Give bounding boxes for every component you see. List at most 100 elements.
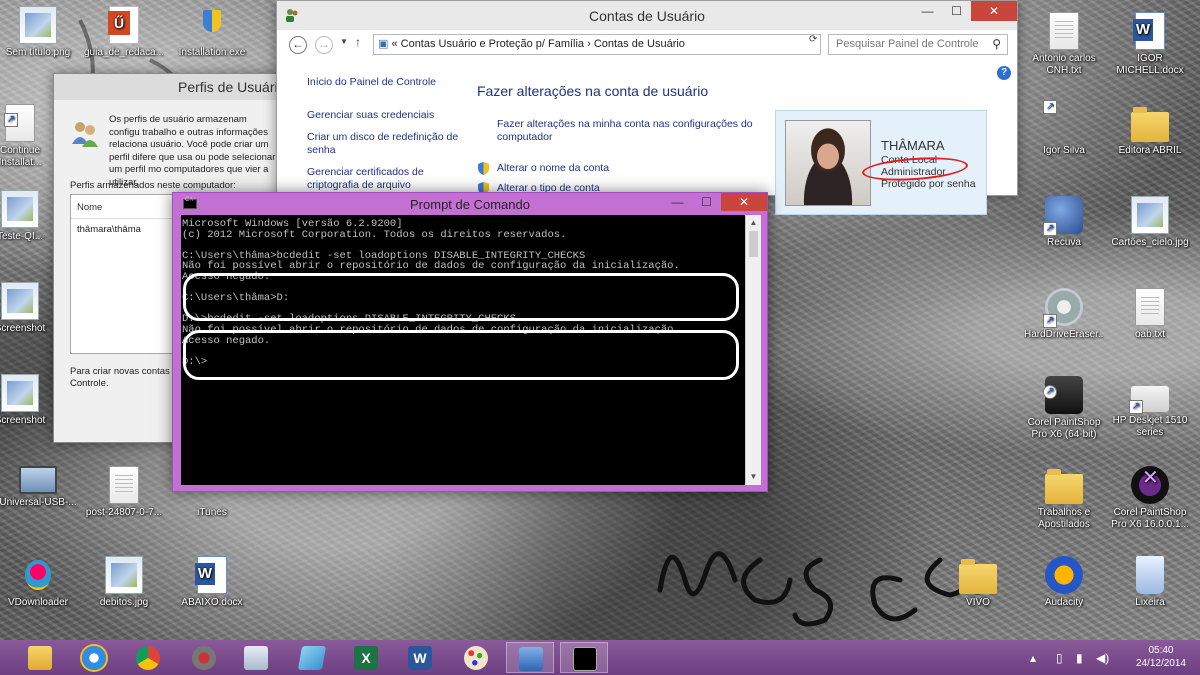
desktop-icon-file[interactable]: post-24807-0-7... <box>84 466 164 519</box>
taskbar-internet-explorer[interactable] <box>70 642 118 673</box>
desktop-icon-file[interactable]: Sem título.png <box>0 6 78 59</box>
desktop-icon-file[interactable]: Teste-QI... <box>0 190 52 243</box>
image-file-icon <box>1 282 39 320</box>
desktop-icon-folder[interactable]: Editora ABRIL <box>1110 104 1190 157</box>
desktop-icon-file[interactable]: Corel PaintShop Pro X6 (64-bit) <box>1024 376 1104 441</box>
desktop-icon-folder[interactable]: Igor Silva <box>1024 100 1104 157</box>
desktop-icon-file[interactable]: Installation.exe <box>172 6 252 59</box>
internet-explorer-icon <box>82 646 106 670</box>
taskbar-control-panel[interactable] <box>506 642 554 673</box>
desktop-icon-file[interactable]: Universal-USB-... <box>0 466 78 509</box>
network-signal-icon[interactable]: ▮ <box>1076 651 1083 665</box>
console-line: (c) 2012 Microsoft Corporation. Todos os… <box>182 228 567 241</box>
link-reset-disk[interactable]: Criar um disco de redefinição de senha <box>307 131 467 157</box>
taskbar-paint[interactable] <box>452 642 500 673</box>
desktop-icon-file[interactable]: Recuva <box>1024 196 1104 249</box>
show-hidden-icons-chevron-icon[interactable]: ▴ <box>1030 651 1036 665</box>
desktop-icon-file[interactable]: IGOR MICHELL.docx <box>1110 12 1190 77</box>
console-output[interactable]: Microsoft Windows [versão 6.2.9200] (c) … <box>181 215 761 485</box>
desktop-icon-file[interactable]: ABAIXO.docx <box>172 556 252 609</box>
users-icon <box>72 122 98 147</box>
accounts-title: Contas de Usuário <box>589 8 705 24</box>
file-icon <box>109 466 139 504</box>
profiles-titlebar[interactable]: Perfis de Usuário <box>54 74 286 100</box>
shield-icon <box>478 162 489 175</box>
desktop-icon-file[interactable]: guia_de_redaca... <box>84 6 164 59</box>
scrollbar-thumb[interactable] <box>749 231 758 257</box>
desktop-icon-file[interactable]: debitos.jpg <box>84 556 164 609</box>
desktop-icon-file[interactable]: Antonio carlos CNH.txt <box>1024 12 1104 77</box>
notes-icon <box>297 646 327 670</box>
cmd-titlebar[interactable]: Prompt de Comando — ☐ ✕ <box>173 193 767 215</box>
taskbar-notes[interactable] <box>288 642 336 673</box>
volume-icon[interactable]: ◀) <box>1096 651 1109 665</box>
disk-icon <box>1043 288 1083 328</box>
folder-icon <box>28 646 52 670</box>
link-change-account-name[interactable]: Alterar o nome da conta <box>497 162 757 175</box>
maximize-button[interactable]: ☐ <box>692 193 721 211</box>
scroll-up-arrow-icon[interactable]: ▲ <box>746 215 761 231</box>
link-control-panel-home[interactable]: Início do Painel de Controle <box>307 76 467 89</box>
scroll-down-arrow-icon[interactable]: ▼ <box>746 469 761 485</box>
vertical-scrollbar[interactable]: ▲ ▼ <box>745 215 761 485</box>
profiles-title: Perfis de Usuário <box>178 79 286 95</box>
forward-button[interactable]: → <box>315 36 333 54</box>
text-file-icon <box>1049 12 1079 50</box>
page-title: Fazer alterações na conta de usuário <box>477 83 709 99</box>
taskbar-calculator[interactable] <box>232 642 280 673</box>
help-icon[interactable]: ? <box>997 66 1011 80</box>
taskbar-chrome[interactable] <box>124 642 172 673</box>
maximize-button[interactable]: ☐ <box>942 1 971 21</box>
address-bar[interactable]: ▣ « Contas Usuário e Proteção p/ Família… <box>373 34 821 55</box>
desktop-icon-file[interactable]: HardDriveEraser... <box>1024 288 1104 341</box>
white-annotation-outline <box>183 330 739 380</box>
desktop-icon-file[interactable]: Corel PaintShop Pro X6 16.0.0.1... <box>1110 466 1190 531</box>
audacity-icon <box>1045 556 1083 594</box>
desktop-icon-file[interactable]: Audacity <box>1024 556 1104 609</box>
desktop-icon-file[interactable]: Screenshot <box>0 374 52 427</box>
camera-icon <box>1043 376 1083 414</box>
shortcut-icon <box>4 104 35 142</box>
minimize-button[interactable]: — <box>913 1 942 21</box>
link-pc-settings[interactable]: Fazer alterações na minha conta nas conf… <box>497 118 757 144</box>
search-input[interactable]: Pesquisar Painel de Controle ⚲ <box>828 34 1008 55</box>
taskbar-file-explorer[interactable] <box>16 642 64 673</box>
left-nav-pane: Início do Painel de Controle Gerenciar s… <box>307 76 467 201</box>
link-encryption-certificates[interactable]: Gerenciar certificados de criptografia d… <box>307 166 467 192</box>
image-file-icon <box>1 190 39 228</box>
accounts-window: Contas de Usuário — ☐ ✕ ← → ▼ ↑ ▣ « Cont… <box>276 0 1018 215</box>
accounts-titlebar[interactable]: Contas de Usuário — ☐ ✕ <box>277 1 1017 30</box>
battery-icon[interactable]: ▯ <box>1056 651 1063 665</box>
desktop-icon-folder[interactable]: VIVO <box>938 556 1018 609</box>
chrome-icon <box>136 646 160 670</box>
desktop-icon-file[interactable]: Cartões_cielo.jpg <box>1110 196 1190 249</box>
back-button[interactable]: ← <box>289 36 307 54</box>
desktop-icon-file[interactable]: HP Deskjet 1510 series <box>1110 376 1190 439</box>
taskbar-media-app[interactable] <box>180 642 228 673</box>
minimize-button[interactable]: — <box>663 193 692 211</box>
desktop-icon-recycle-bin[interactable]: Lixeira <box>1110 556 1190 609</box>
refresh-icon[interactable]: ⟳ <box>809 34 817 45</box>
image-file-icon <box>19 6 57 44</box>
clock-time: 05:40 <box>1148 645 1174 656</box>
close-button[interactable]: ✕ <box>721 193 767 211</box>
control-panel-icon: ▣ <box>378 38 392 50</box>
clock[interactable]: 05:40 24/12/2014 <box>1136 644 1186 670</box>
paintshop-icon <box>1131 466 1169 504</box>
word-icon: W <box>408 646 432 670</box>
taskbar-excel[interactable]: X <box>342 642 390 673</box>
system-tray: ▴ ▯ ▮ ◀) 05:40 24/12/2014 <box>1020 640 1200 675</box>
desktop-icon-file[interactable]: Screenshot <box>0 282 52 335</box>
folder-icon <box>1045 469 1083 504</box>
desktop-icon-file[interactable]: oab.txt <box>1110 288 1190 341</box>
desktop-icon-folder[interactable]: Trabalhos e Apostilados <box>1024 466 1104 531</box>
up-arrow-icon[interactable]: ↑ <box>355 35 361 49</box>
link-manage-credentials[interactable]: Gerenciar suas credenciais <box>307 109 467 122</box>
desktop-icon-file[interactable]: Continue Installat... <box>0 104 52 169</box>
taskbar-command-prompt[interactable] <box>560 642 608 673</box>
user-name: THÂMARA <box>881 138 945 153</box>
taskbar-word[interactable]: W <box>396 642 444 673</box>
desktop-icon-file[interactable]: VDownloader <box>0 556 78 609</box>
recent-pages-chevron-icon[interactable]: ▼ <box>340 37 348 46</box>
close-button[interactable]: ✕ <box>971 1 1017 21</box>
